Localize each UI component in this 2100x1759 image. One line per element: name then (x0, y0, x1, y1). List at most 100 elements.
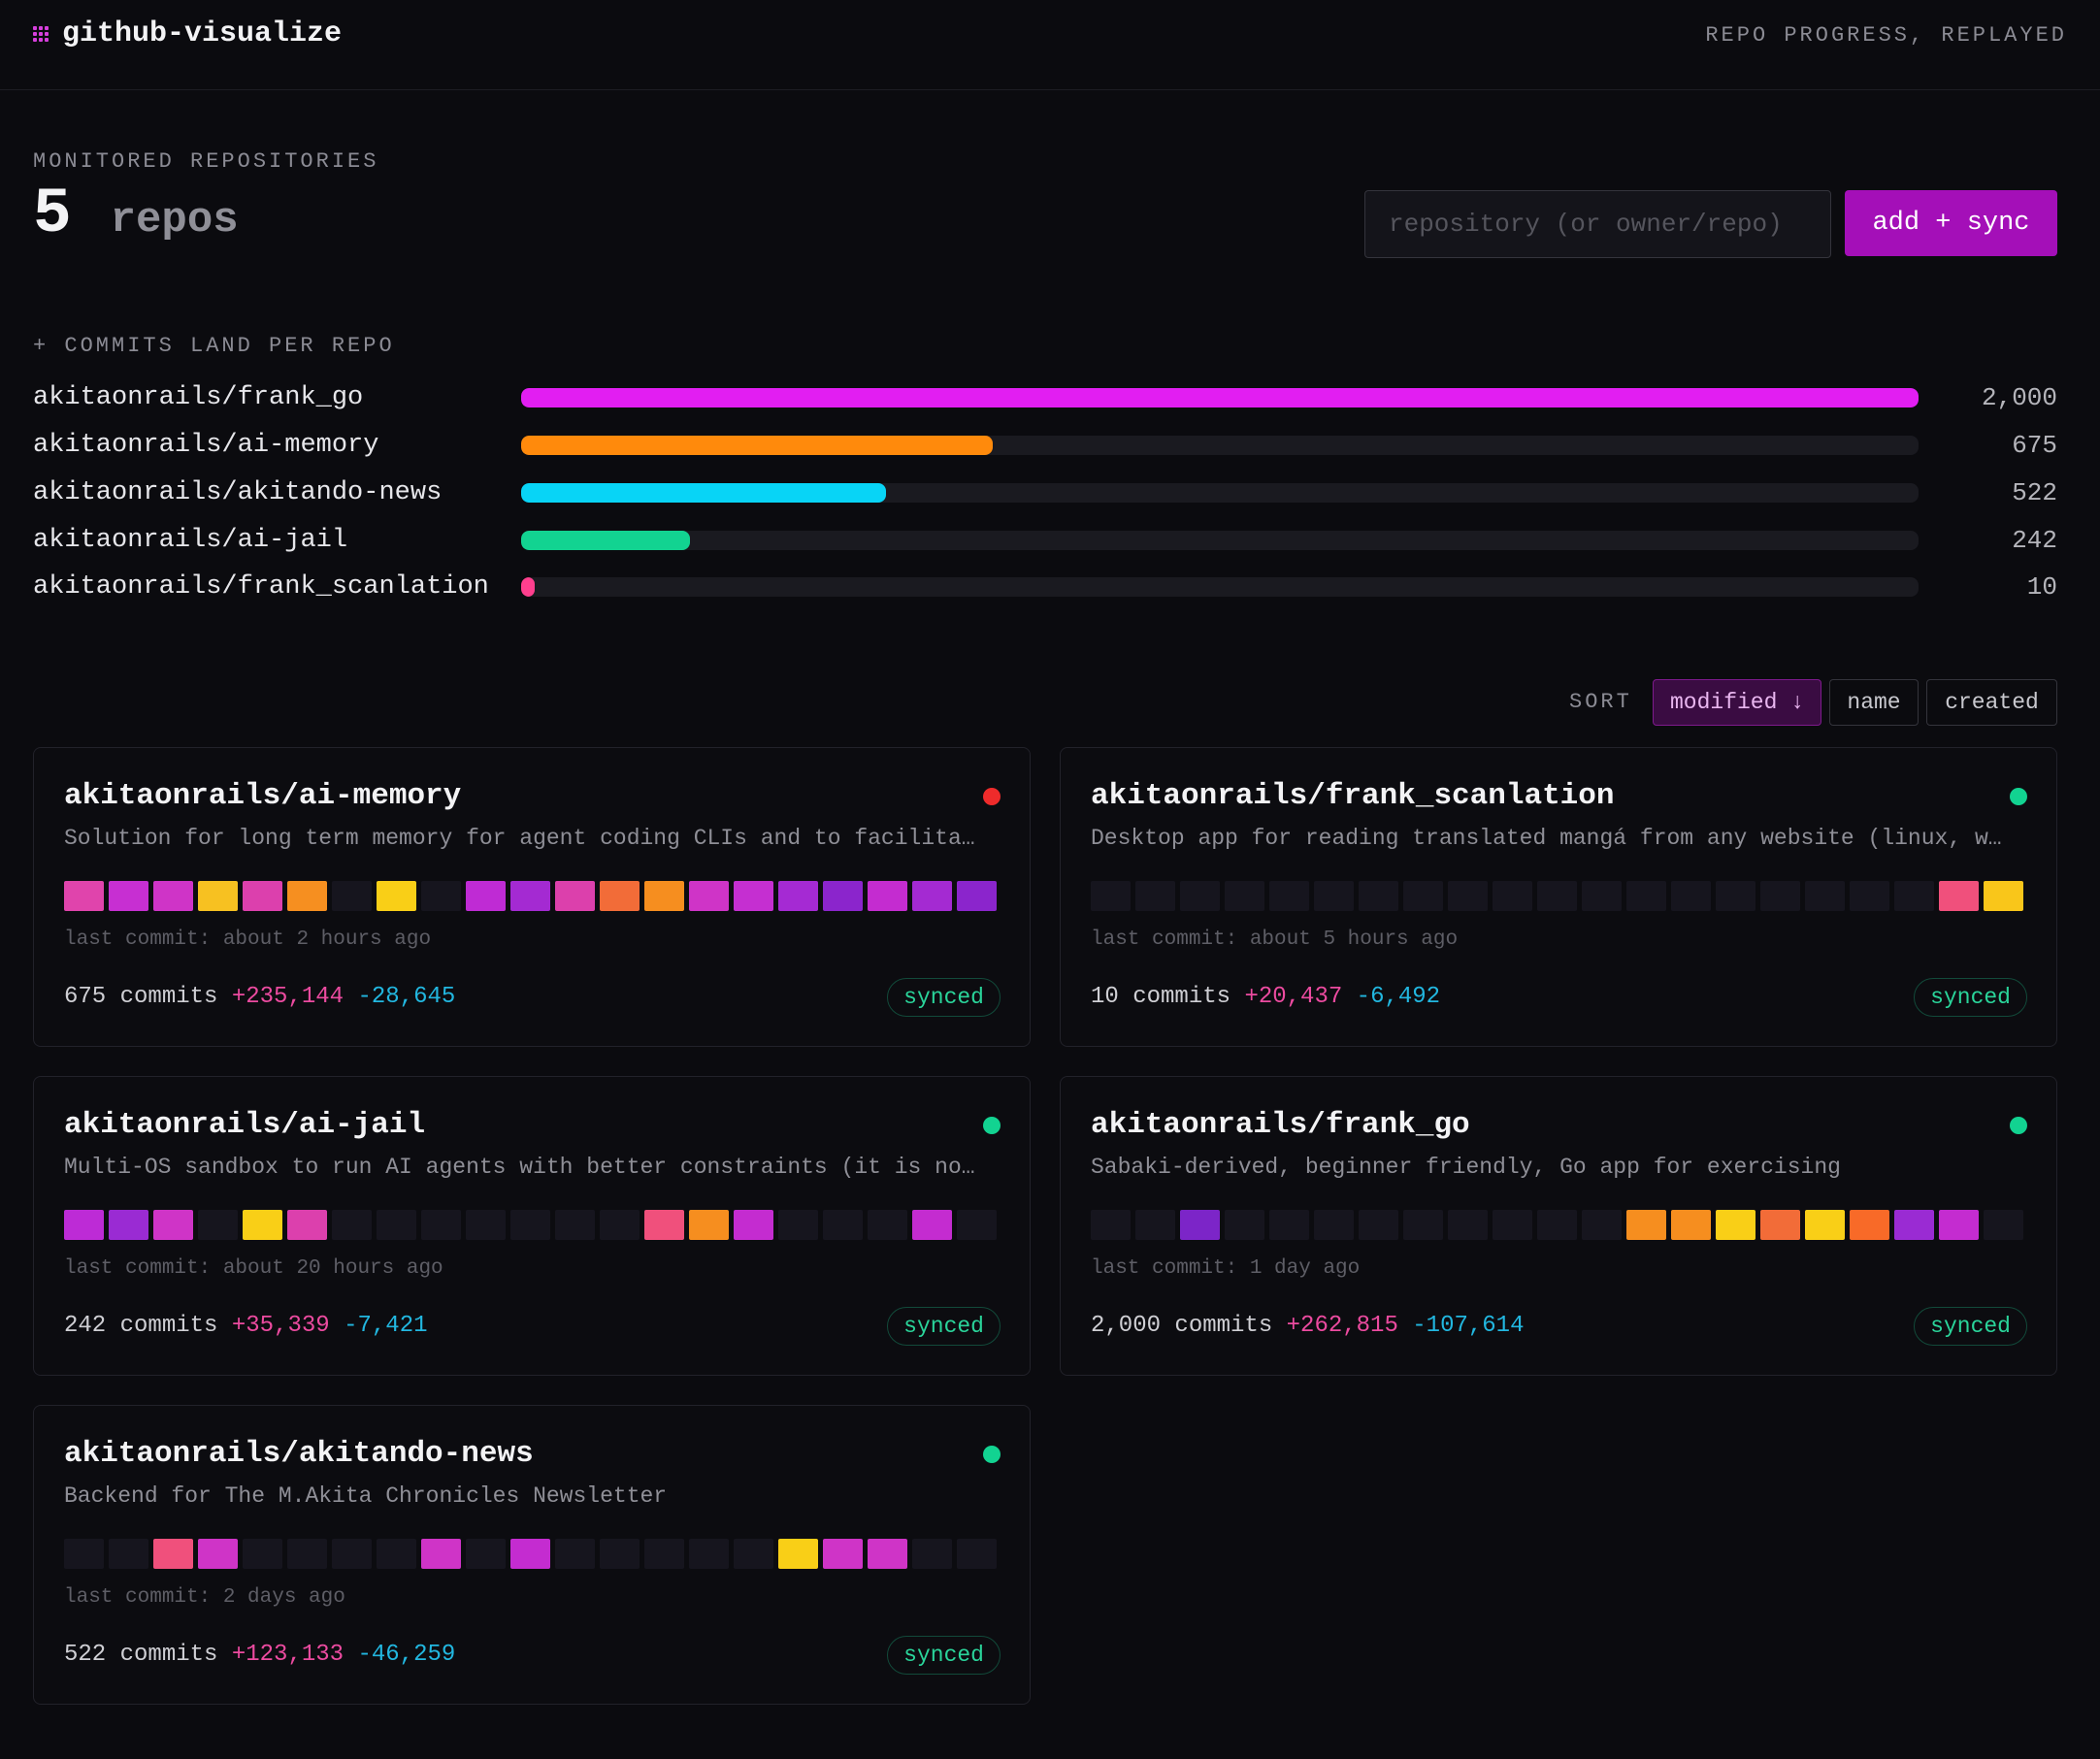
activity-cell (1359, 1210, 1398, 1240)
activity-cell (868, 881, 907, 911)
bar-track (521, 483, 1919, 503)
bar-repo-name: akitaonrails/frank_scanlation (33, 572, 489, 602)
commit-stats: 522 commits +123,133 -46,259 (64, 1642, 455, 1668)
activity-cell (1314, 1210, 1354, 1240)
commit-count: 10 commits (1091, 984, 1231, 1010)
status-dot (983, 1117, 1001, 1134)
repo-card[interactable]: akitaonrails/frank_scanlation Desktop ap… (1060, 747, 2057, 1047)
top-bar: github-visualize REPO PROGRESS, REPLAYED (0, 0, 2100, 90)
activity-cell (287, 1539, 327, 1569)
repo-title[interactable]: akitaonrails/akitando-news (64, 1437, 534, 1471)
sort-created-button[interactable]: created (1926, 679, 2057, 726)
add-sync-button[interactable]: add + sync (1845, 190, 2057, 256)
repo-title[interactable]: akitaonrails/ai-jail (64, 1108, 425, 1142)
activity-cell (823, 1210, 863, 1240)
commit-count: 2,000 commits (1091, 1313, 1273, 1339)
repo-count-unit: repos (110, 196, 239, 244)
activity-cell (1760, 881, 1800, 911)
activity-cell (778, 1210, 818, 1240)
activity-cell (689, 1539, 729, 1569)
activity-cell (1805, 1210, 1845, 1240)
repo-card[interactable]: akitaonrails/akitando-news Backend for T… (33, 1405, 1031, 1705)
activity-cell (600, 1539, 640, 1569)
activity-cell (1448, 1210, 1488, 1240)
additions: +20,437 (1244, 984, 1343, 1010)
activity-cell (1850, 881, 1889, 911)
activity-cell (332, 1210, 372, 1240)
sort-modified-button[interactable]: modified ↓ (1653, 679, 1821, 726)
activity-cell (555, 1210, 595, 1240)
commit-stats: 10 commits +20,437 -6,492 (1091, 984, 1440, 1010)
activity-cell (1716, 881, 1755, 911)
commit-stats: 675 commits +235,144 -28,645 (64, 984, 455, 1010)
activity-strip (1091, 881, 2023, 911)
repo-card[interactable]: akitaonrails/ai-memory Solution for long… (33, 747, 1031, 1047)
commit-stats: 2,000 commits +262,815 -107,614 (1091, 1313, 1524, 1339)
activity-cell (421, 1210, 461, 1240)
activity-cell (1537, 1210, 1577, 1240)
repo-card[interactable]: akitaonrails/frank_go Sabaki-derived, be… (1060, 1076, 2057, 1376)
activity-cell (332, 1539, 372, 1569)
bar-value: 675 (2012, 431, 2057, 460)
activity-cell (912, 1210, 952, 1240)
bar-value: 2,000 (1981, 383, 2057, 412)
bar-fill (521, 388, 1919, 407)
activity-cell (1894, 1210, 1934, 1240)
repo-card[interactable]: akitaonrails/ai-jail Multi-OS sandbox to… (33, 1076, 1031, 1376)
commit-bar-row: akitaonrails/akitando-news 522 (33, 473, 2057, 512)
activity-cell (1850, 1210, 1889, 1240)
additions: +235,144 (231, 984, 345, 1010)
repo-description: Sabaki-derived, beginner friendly, Go ap… (1091, 1155, 1841, 1180)
activity-cell (198, 1210, 238, 1240)
bar-track (521, 388, 1919, 407)
bar-value: 10 (2026, 572, 2057, 602)
synced-badge: synced (1914, 1307, 2027, 1346)
commits-land-label: + COMMITS LAND PER REPO (33, 334, 395, 358)
repository-input[interactable] (1364, 190, 1831, 258)
sort-name-button[interactable]: name (1829, 679, 1919, 726)
activity-cell (644, 1210, 684, 1240)
activity-cell (64, 1210, 104, 1240)
activity-cell (1091, 1210, 1131, 1240)
activity-cell (109, 1210, 148, 1240)
brand[interactable]: github-visualize (33, 17, 342, 50)
activity-cell (1403, 881, 1443, 911)
activity-cell (1359, 881, 1398, 911)
activity-cell (510, 881, 550, 911)
bar-fill (521, 577, 536, 597)
deletions: -7,421 (344, 1313, 428, 1339)
activity-cell (644, 881, 684, 911)
repo-description: Desktop app for reading translated mangá… (1091, 826, 2003, 851)
repo-count: 5 repos (33, 182, 239, 246)
activity-cell (644, 1539, 684, 1569)
activity-cell (734, 881, 773, 911)
activity-cell (868, 1539, 907, 1569)
activity-cell (198, 1539, 238, 1569)
activity-cell (734, 1210, 773, 1240)
activity-cell (510, 1210, 550, 1240)
activity-cell (957, 881, 997, 911)
repo-title[interactable]: akitaonrails/ai-memory (64, 779, 461, 813)
activity-cell (1939, 1210, 1979, 1240)
last-commit: last commit: about 20 hours ago (64, 1257, 443, 1280)
activity-cell (1314, 881, 1354, 911)
deletions: -28,645 (357, 984, 456, 1010)
activity-cell (1984, 881, 2023, 911)
last-commit: last commit: about 2 hours ago (64, 928, 432, 951)
repo-title[interactable]: akitaonrails/frank_go (1091, 1108, 1470, 1142)
activity-cell (377, 881, 416, 911)
activity-cell (1626, 881, 1666, 911)
activity-cell (1582, 881, 1622, 911)
activity-strip (64, 1210, 997, 1240)
bar-repo-name: akitaonrails/ai-memory (33, 431, 379, 460)
bar-repo-name: akitaonrails/akitando-news (33, 478, 443, 507)
deletions: -6,492 (1356, 984, 1441, 1010)
activity-strip (1091, 1210, 2023, 1240)
app-name: github-visualize (62, 17, 343, 50)
repo-title[interactable]: akitaonrails/frank_scanlation (1091, 779, 1615, 813)
deletions: -107,614 (1412, 1313, 1525, 1339)
bar-repo-name: akitaonrails/ai-jail (33, 526, 348, 555)
last-commit: last commit: about 5 hours ago (1091, 928, 1459, 951)
synced-badge: synced (1914, 978, 2027, 1017)
repo-description: Multi-OS sandbox to run AI agents with b… (64, 1155, 976, 1180)
